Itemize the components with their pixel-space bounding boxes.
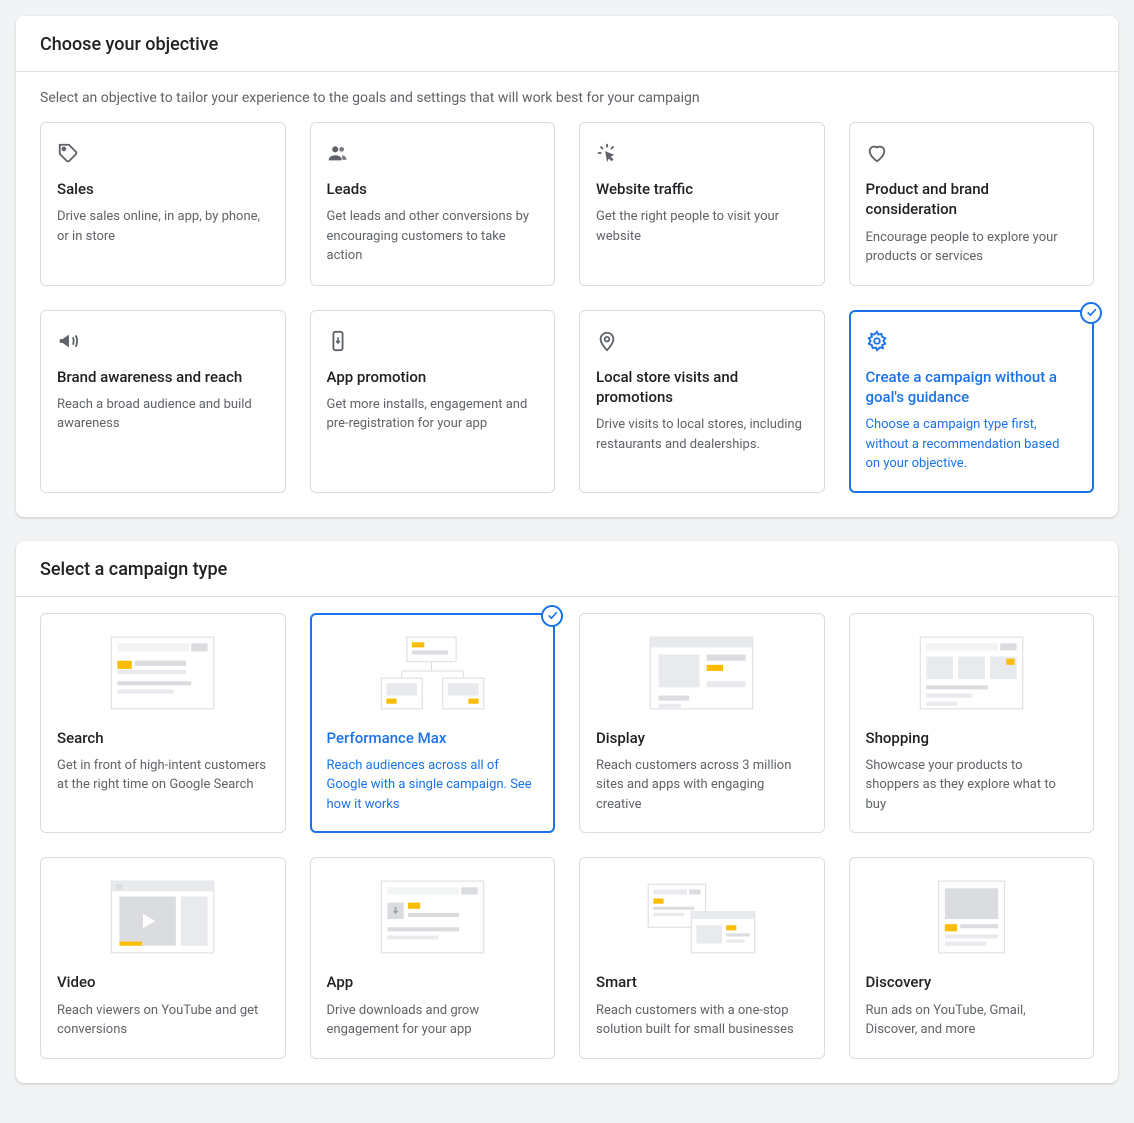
objective-card-sales[interactable]: Sales Drive sales online, in app, by pho… — [40, 122, 286, 286]
app-icon — [327, 329, 539, 353]
check-icon — [1080, 302, 1102, 324]
objective-panel: Choose your objective Select an objectiv… — [16, 16, 1118, 517]
video-thumb — [57, 876, 269, 958]
card-title: Display — [596, 728, 808, 748]
campaign-type-title: Select a campaign type — [16, 541, 1118, 597]
objective-card-leads[interactable]: Leads Get leads and other conversions by… — [310, 122, 556, 286]
card-title: Sales — [57, 179, 269, 199]
card-desc: Choose a campaign type first, without a … — [866, 415, 1078, 474]
campaign-card-discovery[interactable]: Discovery Run ads on YouTube, Gmail, Dis… — [849, 857, 1095, 1058]
card-desc: Reach viewers on YouTube and get convers… — [57, 1001, 269, 1040]
card-title: Performance Max — [327, 728, 539, 748]
card-desc: Get leads and other conversions by encou… — [327, 207, 539, 266]
card-desc: Reach customers with a one-stop solution… — [596, 1001, 808, 1040]
card-title: Shopping — [866, 728, 1078, 748]
campaign-card-search[interactable]: Search Get in front of high-intent custo… — [40, 613, 286, 834]
objective-grid: Sales Drive sales online, in app, by pho… — [40, 122, 1094, 493]
campaign-card-pmax[interactable]: Performance Max Reach audiences across a… — [310, 613, 556, 834]
campaign-type-grid: Search Get in front of high-intent custo… — [40, 613, 1094, 1059]
card-desc: Reach a broad audience and build awarene… — [57, 395, 269, 434]
campaign-card-video[interactable]: Video Reach viewers on YouTube and get c… — [40, 857, 286, 1058]
shopping-thumb — [866, 632, 1078, 714]
display-thumb — [596, 632, 808, 714]
campaign-type-panel: Select a campaign type Search Get in fro… — [16, 541, 1118, 1083]
card-title: Website traffic — [596, 179, 808, 199]
card-title: Product and brand consideration — [866, 179, 1078, 220]
card-desc: Get in front of high-intent customers at… — [57, 756, 269, 795]
gear-icon — [866, 329, 1078, 353]
card-desc: Get more installs, engagement and pre-re… — [327, 395, 539, 434]
card-title: Local store visits and promotions — [596, 367, 808, 408]
campaign-card-display[interactable]: Display Reach customers across 3 million… — [579, 613, 825, 834]
objective-card-app-promotion[interactable]: App promotion Get more installs, engagem… — [310, 310, 556, 493]
objective-card-traffic[interactable]: Website traffic Get the right people to … — [579, 122, 825, 286]
card-title: Search — [57, 728, 269, 748]
card-title: Discovery — [866, 972, 1078, 992]
search-thumb — [57, 632, 269, 714]
heart-icon — [866, 141, 1078, 165]
card-desc: Drive sales online, in app, by phone, or… — [57, 207, 269, 246]
card-title: Smart — [596, 972, 808, 992]
card-desc: Reach audiences across all of Google wit… — [327, 756, 539, 815]
card-title: App — [327, 972, 539, 992]
card-title: Video — [57, 972, 269, 992]
app-thumb — [327, 876, 539, 958]
objective-title: Choose your objective — [16, 16, 1118, 72]
objective-card-brand-consideration[interactable]: Product and brand consideration Encourag… — [849, 122, 1095, 286]
card-title: Create a campaign without a goal's guida… — [866, 367, 1078, 408]
people-icon — [327, 141, 539, 165]
card-desc: Get the right people to visit your websi… — [596, 207, 808, 246]
card-desc: Reach customers across 3 million sites a… — [596, 756, 808, 815]
objective-card-local[interactable]: Local store visits and promotions Drive … — [579, 310, 825, 493]
tag-icon — [57, 141, 269, 165]
card-title: App promotion — [327, 367, 539, 387]
click-icon — [596, 141, 808, 165]
card-desc: Run ads on YouTube, Gmail, Discover, and… — [866, 1001, 1078, 1040]
objective-subtitle: Select an objective to tailor your exper… — [16, 72, 1118, 106]
card-title: Brand awareness and reach — [57, 367, 269, 387]
megaphone-icon — [57, 329, 269, 353]
card-desc: Drive visits to local stores, including … — [596, 415, 808, 454]
campaign-card-smart[interactable]: Smart Reach customers with a one-stop so… — [579, 857, 825, 1058]
pin-icon — [596, 329, 808, 353]
objective-card-awareness[interactable]: Brand awareness and reach Reach a broad … — [40, 310, 286, 493]
card-desc: Encourage people to explore your product… — [866, 228, 1078, 267]
campaign-card-shopping[interactable]: Shopping Showcase your products to shopp… — [849, 613, 1095, 834]
pmax-thumb — [327, 632, 539, 714]
card-desc: Showcase your products to shoppers as th… — [866, 756, 1078, 815]
check-icon — [541, 605, 563, 627]
card-desc: Drive downloads and grow engagement for … — [327, 1001, 539, 1040]
discovery-thumb — [866, 876, 1078, 958]
smart-thumb — [596, 876, 808, 958]
objective-card-no-goal[interactable]: Create a campaign without a goal's guida… — [849, 310, 1095, 493]
campaign-card-app[interactable]: App Drive downloads and grow engagement … — [310, 857, 556, 1058]
card-title: Leads — [327, 179, 539, 199]
